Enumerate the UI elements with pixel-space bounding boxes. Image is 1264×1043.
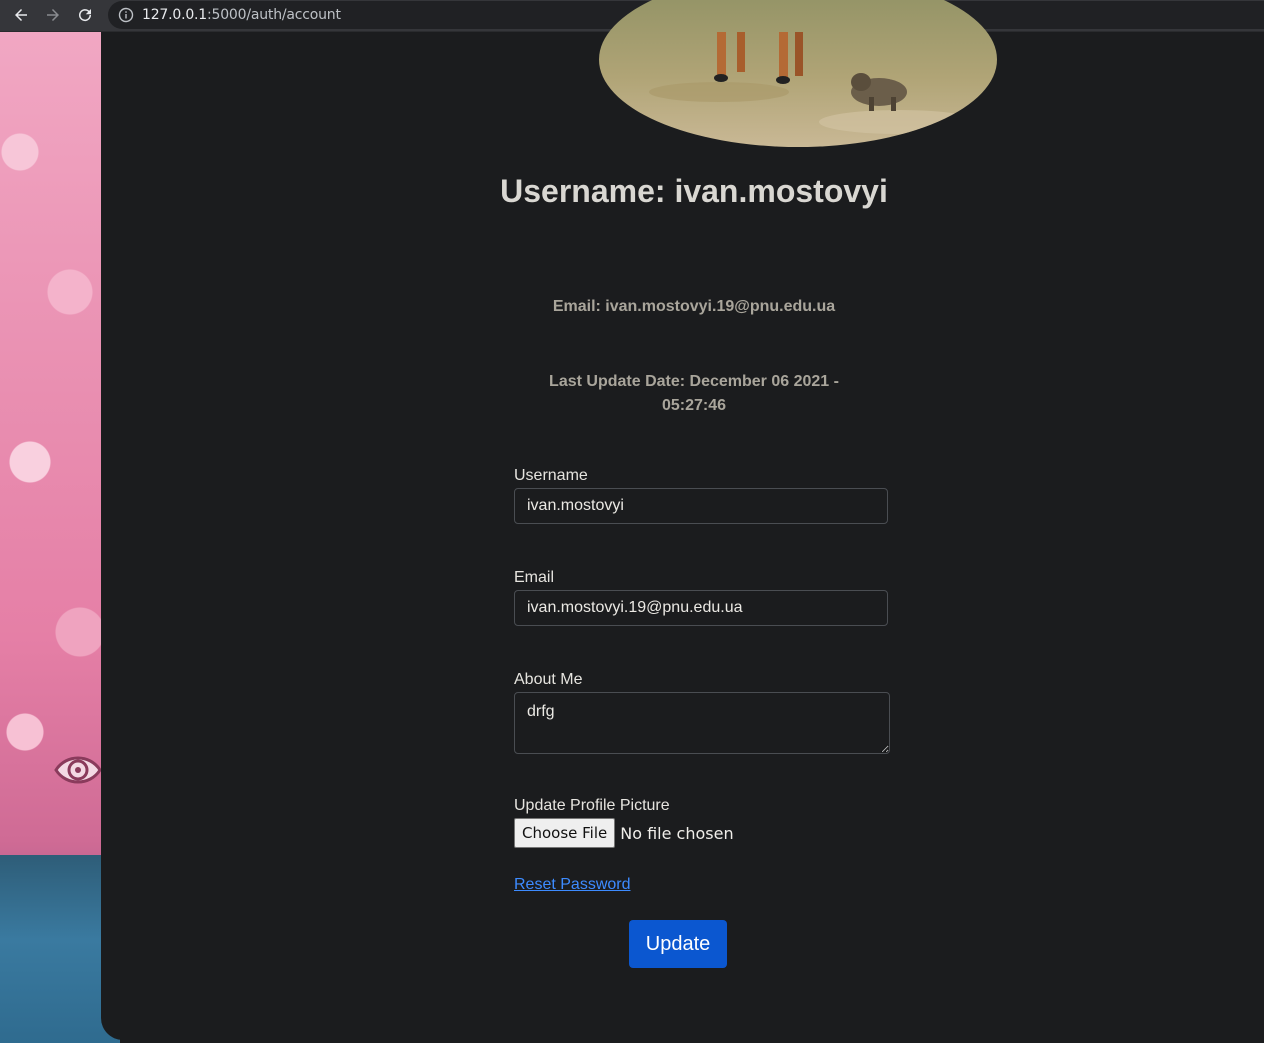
reload-icon bbox=[79, 9, 92, 22]
eye-icon bbox=[54, 756, 102, 784]
url-text[interactable]: 127.0.0.1:5000/auth/account bbox=[142, 7, 341, 23]
forward-arrow-icon bbox=[47, 9, 59, 21]
username-label: Username bbox=[514, 467, 588, 484]
last-update-date: Last Update Date: December 06 2021 - 05:… bbox=[549, 373, 839, 414]
back-arrow-icon bbox=[15, 9, 27, 21]
email-label: Email bbox=[514, 569, 555, 586]
profile-picture bbox=[599, 0, 997, 147]
username-input[interactable] bbox=[514, 488, 888, 524]
reload-button[interactable] bbox=[74, 4, 96, 26]
file-input[interactable]: Choose File No file chosen bbox=[514, 818, 734, 848]
update-button[interactable]: Update bbox=[629, 920, 727, 968]
url-path: :5000/auth/account bbox=[207, 7, 341, 23]
reset-password-link[interactable]: Reset Password bbox=[514, 876, 631, 894]
back-button[interactable] bbox=[10, 4, 32, 26]
forward-button[interactable] bbox=[42, 4, 64, 26]
about-me-label: About Me bbox=[514, 671, 583, 688]
email-display: Email: ivan.mostovyi.19@pnu.edu.ua bbox=[552, 298, 836, 315]
email-input[interactable] bbox=[514, 590, 888, 626]
about-me-textarea[interactable]: drfg bbox=[514, 692, 890, 754]
info-icon[interactable] bbox=[118, 7, 134, 23]
account-card: Username: ivan.mostovyi Email: ivan.most… bbox=[101, 0, 1264, 1040]
choose-file-button[interactable]: Choose File bbox=[514, 818, 616, 848]
profile-picture-label: Update Profile Picture bbox=[514, 797, 670, 814]
file-status-text: No file chosen bbox=[620, 823, 734, 843]
url-host: 127.0.0.1 bbox=[142, 7, 207, 23]
username-heading: Username: ivan.mostovyi bbox=[500, 173, 888, 209]
